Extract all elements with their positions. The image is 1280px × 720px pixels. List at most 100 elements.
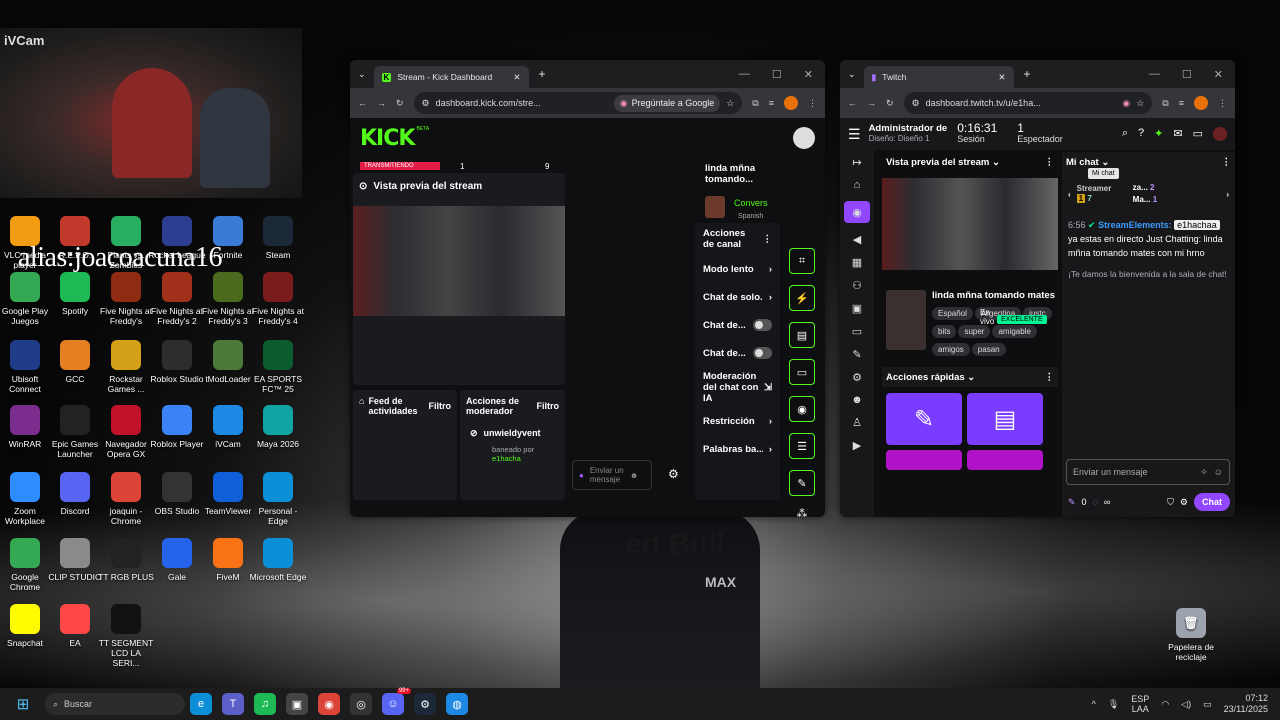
desktop-icon[interactable]: Five Nights at Freddy's 2 [148, 272, 206, 326]
broadcast-icon[interactable]: ◉ [789, 396, 815, 422]
quick-action-3[interactable] [886, 450, 962, 470]
desktop-icon[interactable]: Gale [148, 538, 206, 582]
chat-settings-icon[interactable]: ⚙ [1180, 497, 1188, 508]
whisper-icon[interactable]: ▭ [1193, 127, 1203, 141]
toggle-switch[interactable] [753, 319, 772, 331]
close-window-icon[interactable]: ✕ [804, 68, 813, 81]
kick-chat-input[interactable]: ● Enviar un mensaje ☻ [572, 460, 652, 490]
menu-icon[interactable]: ⋮ [1218, 98, 1227, 109]
channel-action-row[interactable]: Chat de solo... › [695, 283, 780, 311]
taskbar-search[interactable]: ⌕ Buscar [45, 693, 185, 715]
analytics-icon[interactable]: ▦ [852, 256, 862, 269]
desktop-icon[interactable]: EA [46, 604, 104, 648]
mic-tray-icon[interactable]: 🎙 [1108, 699, 1119, 710]
msg-mention[interactable]: e1hachaa [1174, 220, 1220, 230]
badge2-name[interactable]: Ma... [1133, 195, 1151, 204]
preview-header[interactable]: Vista previa del stream ⌄ [886, 157, 1000, 168]
document-icon[interactable]: ▤ [789, 322, 815, 348]
desktop-icon[interactable]: Navegador Opera GX [97, 405, 155, 459]
media-icon[interactable]: ≡ [1179, 98, 1184, 108]
menu-icon[interactable]: ⋮ [808, 98, 817, 109]
badge1-name[interactable]: za... [1133, 183, 1148, 192]
ivcam-taskbar-icon[interactable]: ◍ [446, 693, 468, 715]
bolt-icon[interactable]: ⚡ [789, 285, 815, 311]
add-user-icon[interactable]: ♙ [852, 416, 862, 429]
chat-settings-icon[interactable]: ⚙ [668, 467, 679, 481]
teams-taskbar-icon[interactable]: T [222, 693, 244, 715]
site-info-icon[interactable]: ⚙ [422, 98, 430, 109]
lens-icon[interactable]: ◉ [1122, 98, 1130, 109]
media-icon[interactable]: ≡ [769, 98, 774, 108]
bookmark-star-icon[interactable]: ☆ [726, 98, 734, 109]
quick-actions-header[interactable]: Acciones rápidas ⌄ [886, 372, 975, 383]
chat-header[interactable]: Mi chat ⌄ [1066, 157, 1109, 168]
hamburger-icon[interactable]: ☰ [848, 126, 861, 143]
minimize-icon[interactable]: — [739, 68, 750, 81]
extensions-icon[interactable]: ⧉ [1162, 98, 1168, 109]
battery-icon[interactable]: ▭ [1203, 699, 1212, 710]
new-tab-icon[interactable]: + [539, 67, 546, 81]
channel-action-row[interactable]: Moderación del chat con IA ⇲ [695, 367, 780, 407]
extensions-rail-icon[interactable]: ☻ [851, 394, 863, 406]
address-bar[interactable]: ⚙ dashboard.kick.com/stre... ◉ Pregúntale… [413, 92, 743, 114]
forward-icon[interactable]: → [867, 98, 876, 108]
desktop-icon[interactable]: GCC [46, 340, 104, 384]
chevron-right-icon[interactable]: › [769, 292, 772, 303]
extensions-icon[interactable]: ⧉ [752, 98, 758, 109]
tab-list-icon[interactable]: ⌄ [848, 69, 856, 80]
channel-action-row[interactable]: Palabras ba... › [695, 435, 780, 463]
stream-preview-video[interactable] [882, 178, 1058, 270]
mod-by-user[interactable]: e1hacha [492, 454, 555, 463]
chevron-up-icon[interactable]: ^ [1092, 699, 1096, 709]
desktop-icon[interactable]: Steam [249, 216, 307, 260]
desktop-icon[interactable]: TT RGB PLUS [97, 538, 155, 582]
new-tab-icon[interactable]: + [1024, 67, 1031, 81]
mod-user[interactable]: unwieldyvent [484, 428, 541, 439]
more-icon[interactable]: ⋮ [1222, 157, 1232, 168]
desktop-icon[interactable]: Epic Games Launcher [46, 405, 104, 459]
wrench-icon[interactable]: ✎ [789, 470, 815, 496]
bookmark-star-icon[interactable]: ☆ [1136, 98, 1144, 109]
content-icon[interactable]: ▣ [852, 302, 862, 315]
discord-taskbar-icon[interactable]: ☺ 99+ [382, 688, 411, 715]
megaphone-icon[interactable]: ◀ [853, 233, 861, 246]
user-avatar[interactable] [793, 127, 815, 149]
chat-bubble-icon[interactable]: ▭ [789, 359, 815, 385]
stream-tag[interactable]: amigos [932, 343, 970, 356]
desktop-icon[interactable]: Spotify [46, 272, 104, 316]
desktop-icon[interactable]: Discord [46, 472, 104, 516]
mic-icon[interactable]: ● [579, 471, 584, 480]
desktop-icon[interactable]: OBS Studio [148, 472, 206, 516]
chat-input[interactable]: Enviar un mensaje ✧ ☺ [1066, 459, 1230, 485]
desktop-icon[interactable]: CLIP STUDIO [46, 538, 104, 582]
channel-action-row[interactable]: Chat de... [695, 311, 780, 339]
next-icon[interactable]: › [1226, 190, 1229, 199]
emoji-icon[interactable]: ☻ [630, 471, 638, 480]
desktop-icon[interactable]: Roblox Player [148, 405, 206, 449]
cheer-icon[interactable]: ◌ [1093, 497, 1098, 507]
chat-send-button[interactable]: Chat [1194, 493, 1230, 511]
tab-twitch[interactable]: ▮ Twitch ✕ [863, 66, 1014, 88]
feed-filter-button[interactable]: Filtro [429, 401, 452, 411]
maximize-icon[interactable]: ☐ [1182, 68, 1192, 81]
toggle-switch[interactable] [753, 347, 772, 359]
spotify-taskbar-icon[interactable]: ♫ [254, 693, 276, 715]
clip-button[interactable]: ▤ [967, 393, 1043, 445]
edit-stream-info-button[interactable]: ✎ [886, 393, 962, 445]
forward-icon[interactable]: → [377, 98, 386, 108]
volume-icon[interactable]: ◁) [1181, 699, 1191, 710]
desktop-icon[interactable]: Five Nights at Freddy's 4 [249, 272, 307, 326]
channel-action-row[interactable]: Modo lento › [695, 255, 780, 283]
stream-manager-icon[interactable]: ◉ [844, 201, 870, 223]
shield-icon[interactable]: ⛉ [1167, 497, 1174, 508]
msg-user[interactable]: StreamElements: [1098, 220, 1172, 230]
emoji-icon[interactable]: ☺ [1214, 467, 1223, 477]
more-icon[interactable]: ⋮ [1045, 157, 1055, 168]
video-icon[interactable]: ▶ [853, 439, 861, 452]
tab-list-icon[interactable]: ⌄ [358, 69, 366, 80]
reload-icon[interactable]: ↻ [396, 98, 404, 109]
stream-tag[interactable]: amigable [992, 325, 1037, 338]
close-window-icon[interactable]: ✕ [1214, 68, 1223, 81]
windows-start-icon[interactable]: ⊞ [12, 693, 34, 715]
points-icon[interactable]: ✎ [1068, 497, 1076, 508]
